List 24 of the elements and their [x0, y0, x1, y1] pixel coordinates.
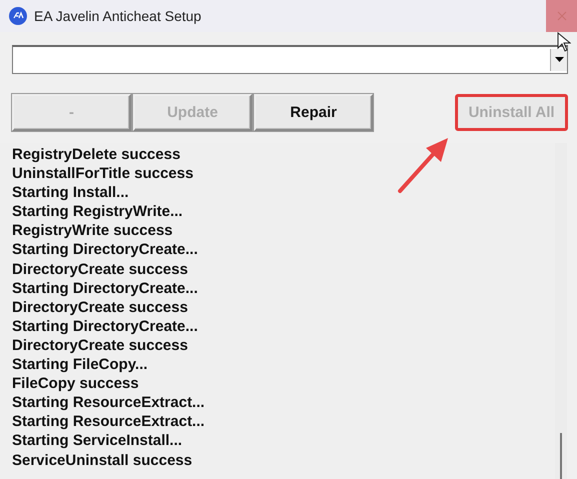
- log-line: Starting ResourceExtract...: [12, 393, 206, 412]
- log-line: Starting ResourceExtract...: [12, 412, 206, 432]
- log-line: Starting Install...: [12, 183, 130, 202]
- log-line: Starting DirectoryCreate...: [12, 316, 199, 336]
- log-line: RegistryWrite success: [12, 221, 174, 240]
- scrollbar[interactable]: [555, 143, 567, 479]
- dropdown-field[interactable]: [12, 45, 568, 74]
- log-line: RegistryDelete success: [12, 145, 182, 164]
- scrollbar-thumb[interactable]: [560, 433, 562, 479]
- log-line: DirectoryCreate success: [12, 336, 189, 356]
- log-line: Starting FileCopy...: [12, 355, 149, 374]
- log-line: Starting RegistryWrite...: [12, 202, 184, 222]
- log-line: UninstallForTitle success: [12, 164, 194, 184]
- app-logo-icon: [9, 7, 27, 25]
- log-line: Starting ServiceInstall...: [12, 431, 184, 450]
- log-line: Starting DirectoryCreate...: [12, 240, 199, 260]
- action-button[interactable]: Repair: [254, 94, 373, 131]
- mouse-pointer-icon: [557, 32, 571, 52]
- log-line: ServiceUninstall success: [12, 450, 194, 470]
- log-line: FileCopy success: [12, 374, 140, 394]
- log-line: DirectoryCreate success: [12, 298, 189, 317]
- log-line: Starting DirectoryCreate...: [12, 278, 199, 298]
- window-title: EA Javelin Anticheat Setup: [34, 8, 202, 24]
- log-line: DirectoryCreate success: [12, 260, 189, 279]
